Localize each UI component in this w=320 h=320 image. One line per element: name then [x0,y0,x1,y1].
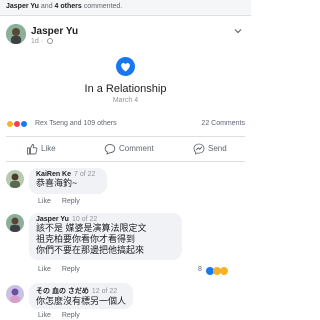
comment-time: 7 of 22 [74,171,96,178]
comment-author-name[interactable]: その 血の さだめ [36,288,89,295]
comment-bubble: Jasper Yu 10 of 22 該不是 媒婆是演算法限定文 祖克柏要你看你才… [29,213,182,260]
reactions-text: Rex Tseng and 109 others [35,120,117,127]
comment-actions: Like Reply [38,312,80,319]
comment-text-line: 你們不要在那邊把他搞起來 [36,245,145,255]
speech-bubble-icon [104,144,116,155]
person-photo-icon [6,24,26,44]
comment-reply-link[interactable]: Reply [62,198,80,205]
life-event-title: In a Relationship [84,83,167,95]
comment-author: Jasper Yu 10 of 22 [36,216,175,223]
comment-text: 你怎麼沒有標另一個人 [36,296,127,306]
post-meta: 1d · [31,38,54,45]
comment-label: Comment [119,144,154,153]
person-photo-icon [6,214,24,232]
sad-reaction-icon [220,267,228,275]
comment-author-name[interactable]: Jasper Yu [36,216,69,223]
comment-text: 恭喜海釣~ [36,178,78,188]
comment-actions: Like Reply [38,266,80,273]
notification-actor[interactable]: Jasper Yu [6,3,39,10]
send-button[interactable]: Send [193,143,233,155]
notification-banner: Jasper Yu and 4 others commented. [0,0,251,16]
comment-author: その 血の さだめ 12 of 22 [36,286,126,296]
notification-connector: and [40,3,53,10]
comment-reaction-count: 8 [198,266,202,273]
life-event-date: March 4 [112,97,139,104]
comment-reply-link[interactable]: Reply [62,312,80,319]
comment-text-line: 該不是 媒婆是演算法限定文 [36,223,147,233]
notification-others[interactable]: 4 others [55,3,82,10]
comment-author: KaiRen Ke 7 of 22 [36,171,100,178]
commenter-avatar[interactable] [6,170,24,188]
like-button[interactable]: Like [26,143,66,155]
post-age[interactable]: 1d [31,38,39,45]
thumbs-up-icon [27,144,38,155]
person-photo-icon [6,170,24,188]
comment-time: 12 of 22 [91,288,118,295]
comment-reply-link[interactable]: Reply [62,266,80,273]
chevron-down-icon[interactable] [234,27,242,35]
comment-reaction-badge[interactable]: 8 [198,266,232,276]
comment-bubble: KaiRen Ke 7 of 22 恭喜海釣~ [29,168,107,194]
messenger-icon [193,143,205,155]
like-label: Like [41,144,56,153]
person-photo-icon [6,285,24,303]
comment-like-link[interactable]: Like [38,266,51,273]
post-author-avatar[interactable] [6,24,26,44]
commenter-avatar[interactable] [6,285,24,303]
comment-author-name[interactable]: KaiRen Ke [36,171,71,178]
globe-icon [47,38,54,44]
comment-like-link[interactable]: Like [38,198,51,205]
send-label: Send [208,144,227,153]
comments-count[interactable]: 22 Comments [201,120,245,127]
comment-button[interactable]: Comment [104,143,154,155]
heart-event-icon [116,57,135,76]
comment-like-link[interactable]: Like [38,312,51,319]
comment-time: 10 of 22 [71,216,98,223]
comment-actions: Like Reply [38,198,80,205]
post-author-name[interactable]: Jasper Yu [31,26,78,37]
notification-verb: commented. [83,3,123,10]
divider [6,161,245,162]
commenter-avatar[interactable] [6,214,24,232]
comment-bubble: その 血の さだめ 12 of 22 你怎麼沒有標另一個人 [29,283,133,309]
comment-text-line: 祖克柏要你看你才看得到 [36,234,136,244]
divider [6,136,245,137]
like-reaction-icon [20,120,28,128]
